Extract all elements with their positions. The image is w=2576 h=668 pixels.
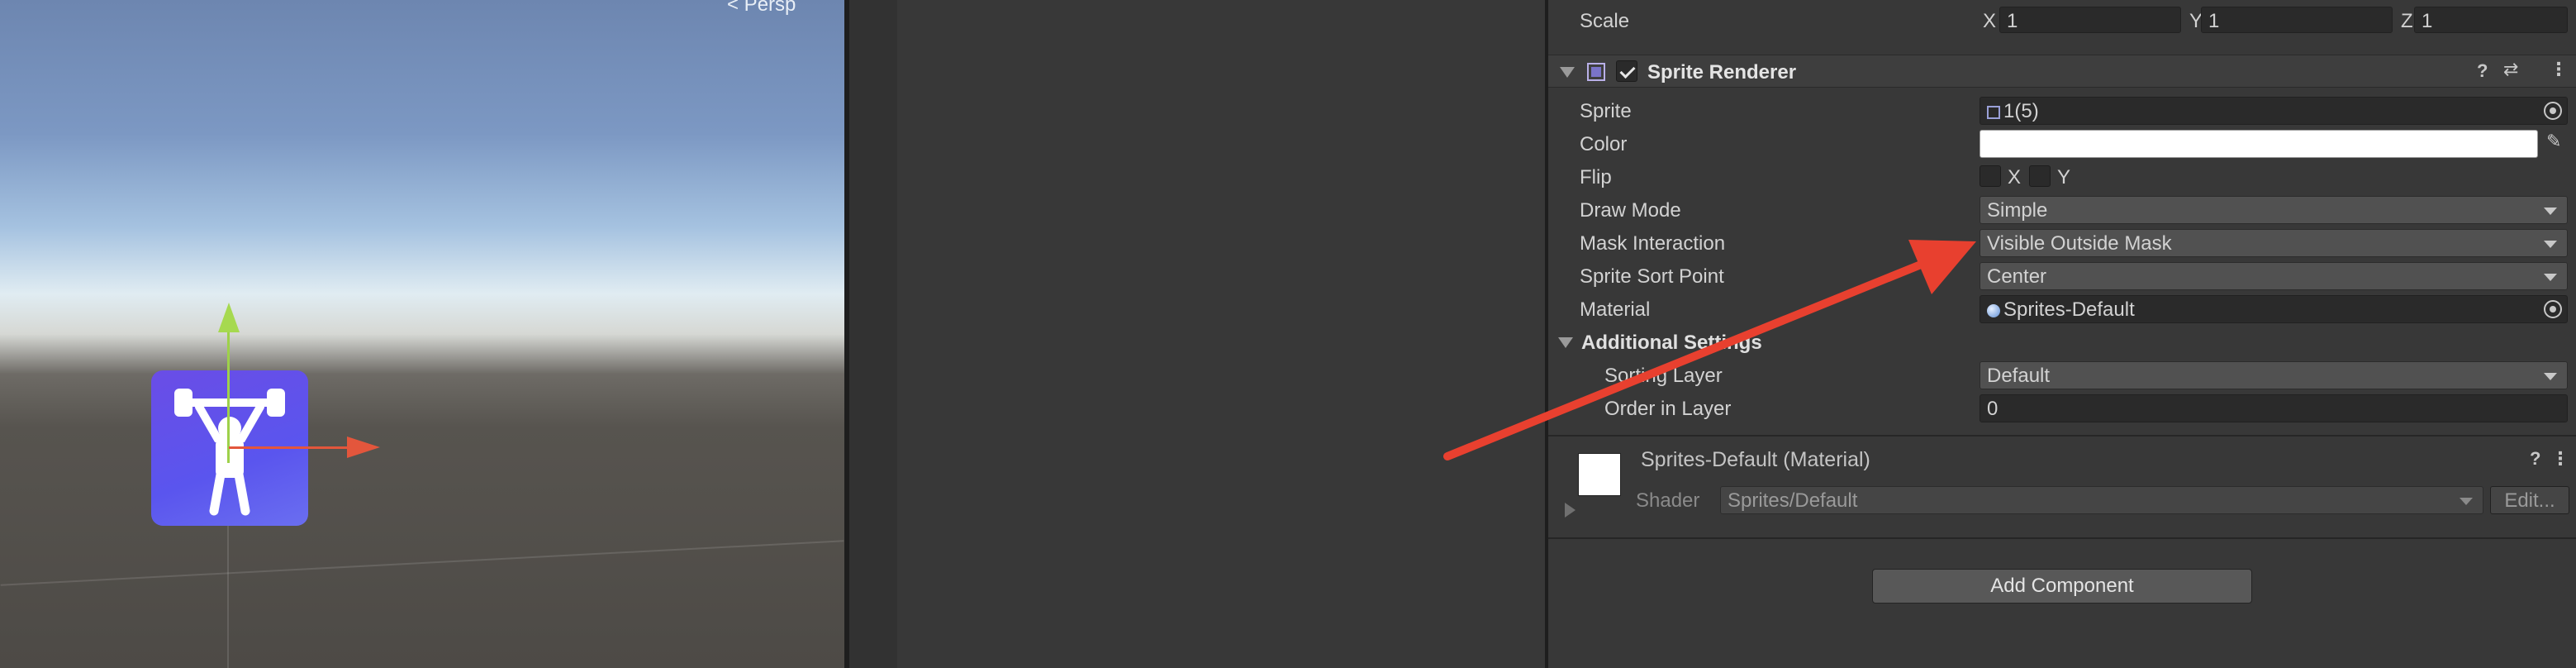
section-separator <box>1548 435 2576 437</box>
material-field[interactable]: Sprites-Default <box>1980 295 2568 323</box>
flip-label: Flip <box>1580 166 1612 188</box>
color-swatch[interactable] <box>1980 130 2538 158</box>
sprite-renderer-header[interactable]: Sprite Renderer ? ⇄ ⋮ <box>1548 55 2576 88</box>
order-in-layer-label: Order in Layer <box>1604 398 1732 420</box>
section-separator <box>1548 537 2576 539</box>
sort-point-row: Sprite Sort Point Center <box>1548 260 2576 293</box>
flip-row: Flip X Y <box>1548 160 2576 193</box>
chevron-down-icon <box>2544 274 2557 281</box>
draw-mode-value: Simple <box>1987 199 2048 222</box>
collapse-icon[interactable] <box>1560 67 1575 78</box>
draw-mode-row: Draw Mode Simple <box>1548 193 2576 227</box>
sprite-row: Sprite 1(5) <box>1548 94 2576 127</box>
flip-x-label: X <box>2008 166 2022 188</box>
sort-point-value: Center <box>1987 265 2047 288</box>
perspective-label[interactable]: < Persp <box>727 0 796 17</box>
shader-edit-button[interactable]: Edit... <box>2490 486 2569 514</box>
grid-line <box>0 540 844 586</box>
eyedropper-icon[interactable]: ✎ <box>2546 131 2561 152</box>
scale-label: Scale <box>1580 10 1630 32</box>
scale-z-field[interactable]: 1 <box>2414 7 2568 33</box>
sprite-value: 1(5) <box>2003 100 2039 122</box>
draw-mode-dropdown[interactable]: Simple <box>1980 196 2568 224</box>
material-sphere-icon <box>1987 303 2000 317</box>
material-value: Sprites-Default <box>2003 298 2135 321</box>
material-row: Material Sprites-Default <box>1548 293 2576 326</box>
mask-interaction-row: Mask Interaction Visible Outside Mask <box>1548 227 2576 260</box>
color-row: Color ✎ <box>1548 127 2576 160</box>
flip-x-checkbox[interactable] <box>1980 165 2001 187</box>
x-axis-handle[interactable] <box>229 446 353 449</box>
sprite-label: Sprite <box>1580 100 1632 122</box>
sorting-layer-dropdown[interactable]: Default <box>1980 361 2568 389</box>
scale-row: Scale X 1 Y 1 Z 1 <box>1548 7 2576 40</box>
mask-interaction-label: Mask Interaction <box>1580 232 1726 255</box>
flip-y-label: Y <box>2057 166 2071 188</box>
y-axis-arrow-icon[interactable] <box>218 303 240 332</box>
inspector-panel: Scale X 1 Y 1 Z 1 Sprite Renderer ? ⇄ ⋮ … <box>1548 0 2576 668</box>
help-icon[interactable]: ? <box>2530 448 2540 470</box>
draw-mode-label: Draw Mode <box>1580 199 1681 222</box>
chevron-down-icon <box>2544 208 2557 215</box>
order-in-layer-row: Order in Layer 0 <box>1548 392 2576 425</box>
mask-interaction-dropdown[interactable]: Visible Outside Mask <box>1980 229 2568 257</box>
add-component-button[interactable]: Add Component <box>1872 569 2252 604</box>
sort-point-label: Sprite Sort Point <box>1580 265 1724 288</box>
order-in-layer-field[interactable]: 0 <box>1980 394 2568 422</box>
sprite-asset-icon <box>1987 105 2000 119</box>
empty-panel <box>897 0 1545 668</box>
panel-gutter <box>849 0 897 668</box>
more-options-icon[interactable]: ⋮ <box>2550 59 2568 80</box>
sorting-layer-value: Default <box>1987 365 2051 387</box>
mask-interaction-value: Visible Outside Mask <box>1987 232 2172 255</box>
sort-point-dropdown[interactable]: Center <box>1980 262 2568 290</box>
sprite-field[interactable]: 1(5) <box>1980 97 2568 125</box>
foldout-icon[interactable] <box>1558 337 1573 348</box>
preset-icon[interactable]: ⇄ <box>2503 59 2518 80</box>
scene-view[interactable]: < Persp <box>0 0 844 668</box>
more-options-icon[interactable]: ⋮ <box>2551 448 2569 470</box>
scale-z-label[interactable]: Z <box>2401 10 2413 33</box>
additional-settings-title: Additional Settings <box>1581 332 1762 354</box>
additional-settings-row[interactable]: Additional Settings <box>1548 326 2576 359</box>
shader-label: Shader <box>1636 489 1700 512</box>
chevron-down-icon <box>2544 241 2557 248</box>
help-icon[interactable]: ? <box>2477 60 2488 82</box>
sprite-renderer-icon <box>1587 63 1605 81</box>
scale-x-label[interactable]: X <box>1983 10 1996 33</box>
object-picker-icon[interactable] <box>2544 300 2562 318</box>
material-foldout-icon[interactable] <box>1565 503 1576 518</box>
material-title: Sprites-Default (Material) <box>1641 448 1870 471</box>
flip-y-checkbox[interactable] <box>2029 165 2051 187</box>
shader-value: Sprites/Default <box>1728 489 1858 512</box>
component-title: Sprite Renderer <box>1647 61 1797 84</box>
object-picker-icon[interactable] <box>2544 102 2562 120</box>
x-axis-arrow-icon[interactable] <box>347 437 380 458</box>
material-label: Material <box>1580 298 1651 321</box>
color-label: Color <box>1580 133 1628 155</box>
material-preview[interactable] <box>1578 453 1621 496</box>
scale-y-field[interactable]: 1 <box>2201 7 2393 33</box>
chevron-down-icon <box>2460 498 2473 505</box>
shader-dropdown[interactable]: Sprites/Default <box>1720 486 2483 514</box>
y-axis-handle[interactable] <box>227 331 230 463</box>
scale-x-field[interactable]: 1 <box>1999 7 2181 33</box>
sorting-layer-label: Sorting Layer <box>1604 365 1723 387</box>
chevron-down-icon <box>2544 373 2557 380</box>
sorting-layer-row: Sorting Layer Default <box>1548 359 2576 392</box>
component-enabled-checkbox[interactable] <box>1616 60 1637 82</box>
